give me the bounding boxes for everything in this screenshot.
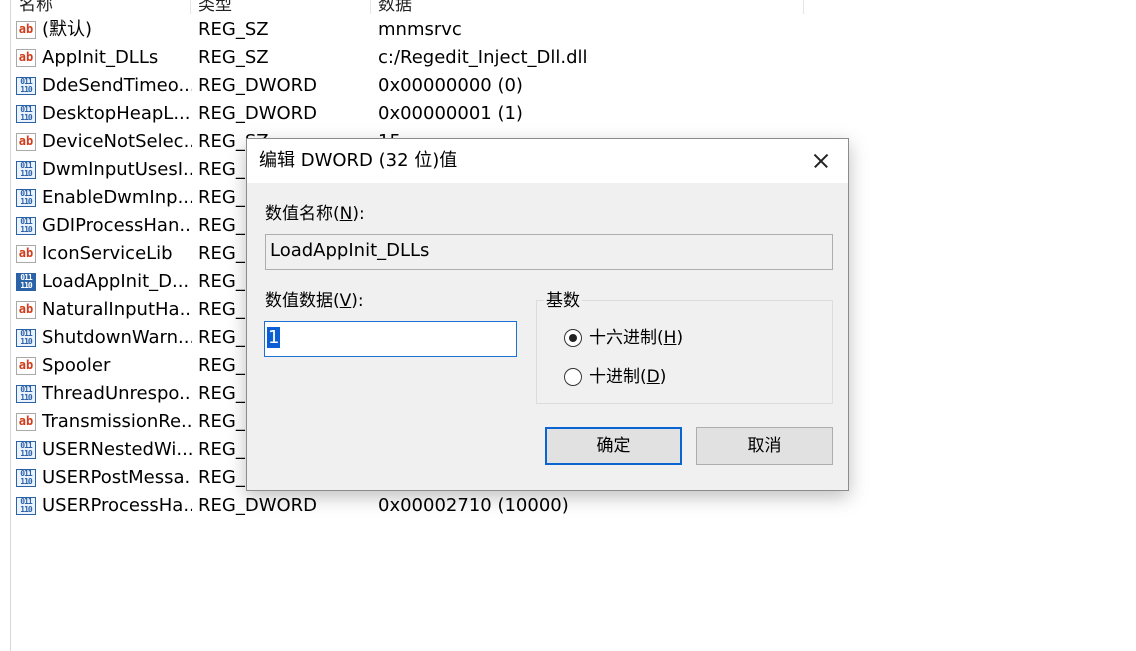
value-data-label: 数值数据(V): [265, 291, 364, 311]
radix-label: 基数 [544, 290, 582, 312]
value-name-cell: USERPostMessa... [42, 467, 192, 488]
value-data-cell: 0x00002710 (10000) [378, 495, 569, 516]
value-name-cell: USERNestedWi... [42, 439, 192, 460]
registry-value-row[interactable]: ab (默认) REG_SZ mnmsrvc [14, 16, 814, 44]
string-value-icon: ab [16, 21, 36, 39]
value-name-cell: LoadAppInit_D... [42, 271, 190, 292]
registry-value-row[interactable]: 011 110 USERProcessHa... REG_DWORD 0x0000271… [14, 492, 814, 520]
binary-value-icon: 011 110 [16, 161, 36, 179]
binary-value-icon: 011 110 [16, 497, 36, 515]
binary-value-icon: 011 110 [16, 105, 36, 123]
value-data-text: 1 [267, 327, 281, 348]
value-type-cell: REG_DWORD [198, 495, 318, 516]
value-data-cell: 0x00000000 (0) [378, 75, 523, 96]
binary-value-icon: 011 110 [16, 441, 36, 459]
ok-button[interactable]: 确定 [545, 427, 682, 465]
string-value-icon: ab [16, 413, 36, 431]
value-type-cell: REG_DWORD [198, 103, 318, 124]
string-value-icon: ab [16, 245, 36, 263]
value-name-cell: DwmInputUsesI... [42, 159, 192, 180]
binary-value-icon: 011 110 [16, 385, 36, 403]
binary-value-icon: 011 110 [16, 469, 36, 487]
string-value-icon: ab [16, 357, 36, 375]
registry-value-row[interactable]: 011 110 DesktopHeapL... REG_DWORD 0x00000001… [14, 100, 814, 128]
value-name-cell: ThreadUnrespo... [42, 383, 192, 404]
binary-value-icon: 011 110 [16, 329, 36, 347]
value-name-cell: EnableDwmInp... [42, 187, 192, 208]
string-value-icon: ab [16, 301, 36, 319]
decimal-radio-label[interactable]: 十进制(D) [589, 366, 666, 388]
cancel-button[interactable]: 取消 [696, 427, 833, 465]
registry-value-row[interactable]: 011 110 DdeSendTimeo... REG_DWORD 0x00000000… [14, 72, 814, 100]
hex-radio-label[interactable]: 十六进制(H) [589, 327, 683, 349]
dialog-titlebar[interactable]: 编辑 DWORD (32 位)值 [247, 139, 848, 183]
binary-value-icon: 011 110 [16, 217, 36, 235]
column-header-data[interactable]: 数据 [371, 0, 804, 14]
value-data-cell: 0x00000001 (1) [378, 103, 523, 124]
value-type-cell: REG_SZ [198, 47, 269, 68]
string-value-icon: ab [16, 133, 36, 151]
dialog-title: 编辑 DWORD (32 位)值 [259, 150, 458, 171]
value-name-cell: NaturalInputHa... [42, 299, 192, 320]
value-name-field: LoadAppInit_DLLs [265, 234, 833, 270]
value-data-input[interactable]: 1 [264, 321, 517, 357]
radix-group [536, 300, 833, 404]
value-name-cell: USERProcessHa... [42, 495, 192, 516]
value-name-cell: AppInit_DLLs [42, 47, 159, 68]
registry-value-row[interactable]: ab AppInit_DLLs REG_SZ c:/Regedit_Inject_Dl… [14, 44, 814, 72]
edit-dword-dialog: 编辑 DWORD (32 位)值 数值名称(N): LoadAppInit_DL… [246, 138, 849, 491]
close-icon[interactable] [800, 145, 840, 177]
hex-radio[interactable] [564, 329, 582, 347]
value-name-cell: Spooler [42, 355, 111, 376]
value-name-cell: ShutdownWarn... [42, 327, 192, 348]
decimal-radio[interactable] [564, 368, 582, 386]
string-value-icon: ab [16, 49, 36, 67]
value-type-cell: REG_SZ [198, 19, 269, 40]
binary-value-icon: 011 110 [16, 77, 36, 95]
tree-pane-divider[interactable] [10, 0, 11, 651]
value-name-cell: GDIProcessHan... [42, 215, 192, 236]
value-data-cell: mnmsrvc [378, 19, 462, 40]
column-header-name[interactable]: 名称 [12, 0, 191, 14]
value-name-cell: DesktopHeapL... [42, 103, 191, 124]
binary-value-icon: 011 110 [16, 273, 36, 291]
value-name-cell: DeviceNotSelec... [42, 131, 192, 152]
value-name-cell: (默认) [42, 19, 93, 40]
value-name-cell: IconServiceLib [42, 243, 173, 264]
value-name-label: 数值名称(N): [265, 204, 365, 224]
value-name-cell: DdeSendTimeo... [42, 75, 192, 96]
column-header-type[interactable]: 类型 [191, 0, 371, 14]
binary-value-icon: 011 110 [16, 189, 36, 207]
value-name-cell: TransmissionRe... [42, 411, 192, 432]
value-type-cell: REG_DWORD [198, 75, 318, 96]
value-data-cell: c:/Regedit_Inject_Dll.dll [378, 47, 588, 68]
